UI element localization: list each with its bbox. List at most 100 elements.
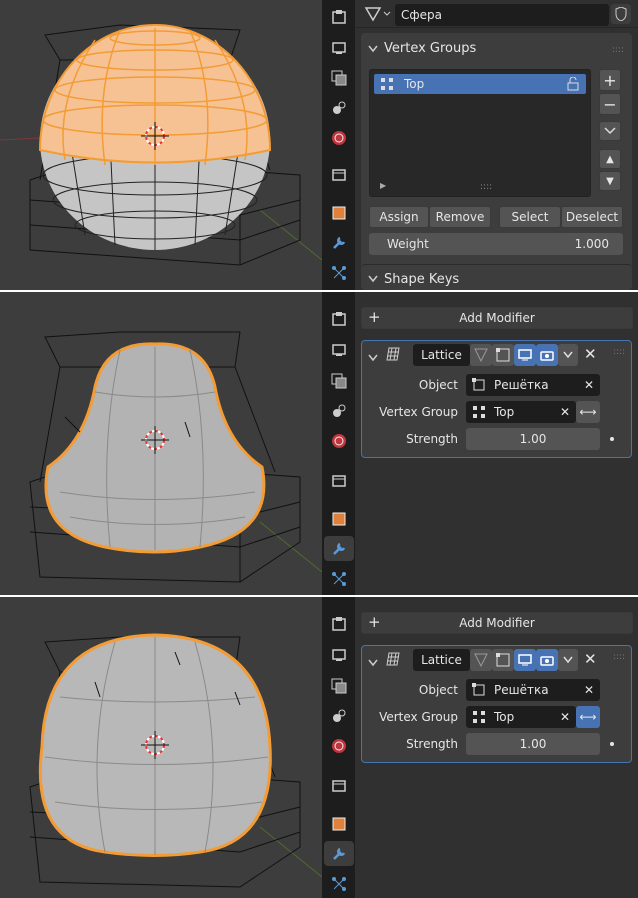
vertex-group-field[interactable]: Top ✕ bbox=[466, 401, 576, 423]
list-grip-icon[interactable]: :::: bbox=[480, 182, 492, 192]
viewport-deformed-bell[interactable] bbox=[0, 292, 322, 595]
tool-tab-icon[interactable] bbox=[326, 611, 352, 636]
invert-vertex-group-toggle[interactable]: ⟷ bbox=[576, 706, 600, 728]
clear-icon[interactable]: ✕ bbox=[584, 378, 594, 392]
chevron-down-icon[interactable] bbox=[368, 45, 378, 53]
lattice-object-icon bbox=[472, 683, 486, 700]
move-down-button[interactable]: ▼ bbox=[599, 171, 621, 191]
drag-handle-icon[interactable]: :::: bbox=[613, 347, 625, 357]
object-label: Object bbox=[418, 378, 458, 392]
render-toggle[interactable] bbox=[536, 649, 558, 671]
properties-editor: + Add Modifier Lattice ✕ :::: Object Реш… bbox=[355, 597, 638, 898]
vertex-group-list[interactable]: Top ▶ :::: bbox=[369, 69, 591, 197]
world-tab-icon[interactable] bbox=[326, 125, 352, 150]
plus-icon: + bbox=[603, 70, 617, 90]
object-field[interactable]: Решётка ✕ bbox=[466, 374, 600, 396]
tool-tab-icon[interactable] bbox=[326, 4, 352, 29]
add-modifier-button[interactable]: + Add Modifier bbox=[361, 307, 633, 329]
list-item[interactable]: Top bbox=[374, 74, 586, 94]
view-layer-tab-icon[interactable] bbox=[326, 673, 352, 698]
keyframe-dot-icon[interactable] bbox=[610, 437, 614, 441]
viewport-sphere-edit[interactable] bbox=[0, 0, 322, 290]
viewport-deformed-round[interactable] bbox=[0, 597, 322, 898]
clear-icon[interactable]: ✕ bbox=[560, 405, 570, 419]
object-tab-icon[interactable] bbox=[326, 200, 352, 225]
add-vertex-group-button[interactable]: + bbox=[599, 69, 621, 91]
modifier-menu-button[interactable] bbox=[558, 649, 578, 671]
drag-handle-icon[interactable]: :::: bbox=[613, 652, 625, 662]
add-modifier-label: Add Modifier bbox=[459, 311, 535, 325]
vertex-group-field[interactable]: Top ✕ bbox=[466, 706, 576, 728]
strength-field[interactable]: 1.00 bbox=[466, 428, 600, 450]
scene-tab-icon[interactable] bbox=[326, 95, 352, 120]
view-layer-tab-icon[interactable] bbox=[326, 65, 352, 90]
output-tab-icon[interactable] bbox=[326, 337, 352, 362]
world-tab-icon[interactable] bbox=[326, 428, 352, 453]
arrow-up-icon: ▲ bbox=[606, 153, 614, 165]
clear-icon[interactable]: ✕ bbox=[560, 710, 570, 724]
scene-tab-icon[interactable] bbox=[326, 703, 352, 728]
realtime-toggle[interactable] bbox=[514, 649, 536, 671]
assign-button[interactable]: Assign bbox=[369, 206, 429, 228]
chevron-down-icon[interactable] bbox=[368, 275, 378, 283]
edit-mode-toggle[interactable] bbox=[470, 344, 492, 366]
modifier-name-field[interactable]: Lattice bbox=[413, 649, 470, 671]
on-cage-toggle[interactable] bbox=[492, 649, 514, 671]
view-layer-tab-icon[interactable] bbox=[326, 368, 352, 393]
object-tab-icon[interactable] bbox=[326, 506, 352, 531]
collection-tab-icon[interactable] bbox=[326, 773, 352, 798]
chevron-down-icon[interactable] bbox=[368, 656, 378, 670]
specials-menu-button[interactable] bbox=[599, 121, 621, 141]
strength-field[interactable]: 1.00 bbox=[466, 733, 600, 755]
select-button[interactable]: Select bbox=[499, 206, 561, 228]
tool-tab-icon[interactable] bbox=[326, 306, 352, 331]
weight-slider[interactable]: Weight 1.000 bbox=[369, 233, 623, 255]
vertex-group-name: Top bbox=[404, 77, 425, 91]
collection-tab-icon[interactable] bbox=[326, 468, 352, 493]
remove-vertex-group-button[interactable]: − bbox=[599, 93, 621, 115]
object-tab-icon[interactable] bbox=[326, 811, 352, 836]
move-up-button[interactable]: ▲ bbox=[599, 149, 621, 169]
vertex-groups-title[interactable]: Vertex Groups bbox=[384, 41, 476, 56]
output-tab-icon[interactable] bbox=[326, 35, 352, 60]
realtime-toggle[interactable] bbox=[514, 344, 536, 366]
properties-editor: + Add Modifier Lattice ✕ :::: Object Реш… bbox=[355, 292, 638, 595]
object-field[interactable]: Решётка ✕ bbox=[466, 679, 600, 701]
list-resize-icon[interactable]: ▶ bbox=[380, 181, 386, 190]
drag-handle-icon[interactable]: :::: bbox=[612, 45, 624, 55]
close-icon[interactable]: ✕ bbox=[584, 345, 597, 363]
object-name-field[interactable]: Сфера bbox=[395, 4, 609, 26]
on-cage-toggle[interactable] bbox=[492, 344, 514, 366]
shape-keys-title[interactable]: Shape Keys bbox=[384, 272, 459, 287]
properties-tab-bar bbox=[322, 292, 355, 595]
lattice-modifier-panel: Lattice ✕ :::: Object Решётка ✕ Vertex G… bbox=[361, 645, 632, 763]
add-modifier-button[interactable]: + Add Modifier bbox=[361, 612, 633, 634]
render-toggle[interactable] bbox=[536, 344, 558, 366]
invert-vertex-group-toggle[interactable]: ⟷ bbox=[576, 401, 600, 423]
modifier-name-field[interactable]: Lattice bbox=[413, 344, 470, 366]
mesh-data-icon[interactable] bbox=[363, 5, 393, 23]
modifier-tab-icon[interactable] bbox=[326, 230, 352, 255]
close-icon[interactable]: ✕ bbox=[584, 650, 597, 668]
shape-keys-panel: Shape Keys bbox=[361, 264, 632, 290]
modifier-tab-icon[interactable] bbox=[324, 536, 354, 561]
particles-tab-icon[interactable] bbox=[326, 566, 352, 591]
modifier-tab-icon[interactable] bbox=[324, 841, 354, 866]
properties-editor: Сфера Vertex Groups :::: Top ▶ :::: + − … bbox=[355, 0, 638, 290]
collection-tab-icon[interactable] bbox=[326, 162, 352, 187]
shield-icon[interactable] bbox=[611, 4, 631, 24]
deselect-button[interactable]: Deselect bbox=[561, 206, 623, 228]
particles-tab-icon[interactable] bbox=[326, 260, 352, 285]
chevron-down-icon[interactable] bbox=[368, 351, 378, 365]
lock-icon[interactable] bbox=[566, 77, 580, 91]
keyframe-dot-icon[interactable] bbox=[610, 742, 614, 746]
modifier-menu-button[interactable] bbox=[558, 344, 578, 366]
output-tab-icon[interactable] bbox=[326, 642, 352, 667]
scene-tab-icon[interactable] bbox=[326, 398, 352, 423]
remove-button[interactable]: Remove bbox=[429, 206, 491, 228]
world-tab-icon[interactable] bbox=[326, 733, 352, 758]
particles-tab-icon[interactable] bbox=[326, 871, 352, 896]
edit-mode-toggle[interactable] bbox=[470, 649, 492, 671]
clear-icon[interactable]: ✕ bbox=[584, 683, 594, 697]
lattice-icon bbox=[386, 651, 402, 670]
